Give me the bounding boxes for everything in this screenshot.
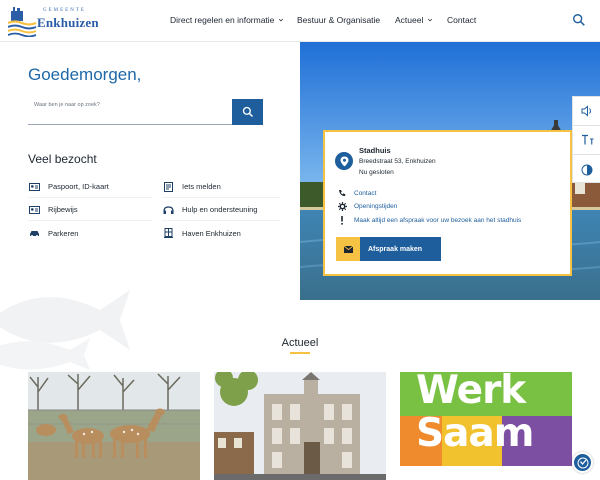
support-icon bbox=[162, 205, 174, 215]
chevron-down-icon bbox=[428, 18, 433, 22]
link-label: Iets melden bbox=[182, 182, 221, 191]
opening-hours-link[interactable]: Openingstijden bbox=[337, 202, 397, 211]
speaker-icon bbox=[581, 105, 591, 117]
news-card-deer[interactable] bbox=[28, 372, 200, 480]
veel-bezocht-title: Veel bezocht bbox=[28, 152, 97, 166]
search-icon[interactable] bbox=[572, 13, 586, 27]
link-haven[interactable]: Haven Enkhuizen bbox=[162, 222, 280, 244]
contrast-icon bbox=[581, 164, 593, 175]
accessibility-icon bbox=[577, 457, 588, 468]
greeting: Goedemorgen, bbox=[28, 65, 142, 84]
contrast-button[interactable] bbox=[573, 155, 600, 184]
logo-icon bbox=[8, 7, 37, 37]
actueel-title: Actueel bbox=[281, 337, 319, 349]
contact-label: Contact bbox=[354, 189, 377, 197]
logo[interactable]: GEMEENTE Enkhuizen bbox=[8, 5, 118, 37]
link-parkeren[interactable]: Parkeren bbox=[28, 222, 152, 244]
link-label: Parkeren bbox=[48, 228, 79, 238]
text-size-button[interactable] bbox=[573, 126, 600, 155]
exclamation-icon bbox=[337, 216, 347, 225]
link-label: Haven Enkhuizen bbox=[182, 228, 241, 238]
link-paspoort[interactable]: Paspoort, ID-kaart bbox=[28, 176, 152, 198]
nav-label: Actueel bbox=[395, 15, 424, 25]
link-label: Hulp en ondersteuning bbox=[182, 205, 258, 214]
opening-hours-label: Openingstijden bbox=[354, 203, 398, 210]
appointment-note-link[interactable]: Maak altijd een afspraak voor uw bezoek … bbox=[337, 216, 521, 225]
news-card-werk-saam[interactable]: Werk Saam bbox=[400, 372, 572, 480]
search-submit-button[interactable] bbox=[232, 99, 263, 125]
site-header: GEMEENTE Enkhuizen Direct regelen en inf… bbox=[0, 0, 600, 42]
town-hall-photo bbox=[214, 372, 386, 480]
location-name: Stadhuis bbox=[359, 146, 391, 155]
harbor-icon bbox=[162, 228, 174, 238]
nav-bestuur[interactable]: Bestuur & Organisatie bbox=[297, 15, 380, 25]
stadhuis-card: Stadhuis Breedstraat 53, Enkhuizen Nu ge… bbox=[323, 130, 572, 276]
accessibility-toolbar bbox=[572, 96, 600, 183]
accessibility-help-button[interactable] bbox=[572, 452, 593, 473]
report-icon bbox=[162, 181, 174, 192]
location-address: Breedstraat 53, Enkhuizen bbox=[359, 158, 436, 165]
appointment-note-label: Maak altijd een afspraak voor uw bezoek … bbox=[354, 217, 522, 224]
actueel-underline bbox=[290, 352, 310, 354]
deer-photo bbox=[28, 372, 200, 480]
id-card-icon bbox=[28, 182, 40, 192]
search-icon bbox=[242, 106, 253, 118]
appointment-button[interactable]: Afspraak maken bbox=[336, 237, 441, 261]
nav-actueel[interactable]: Actueel bbox=[395, 15, 433, 25]
text-size-icon bbox=[581, 134, 593, 145]
nav-direct-regelen[interactable]: Direct regelen en informatie bbox=[170, 15, 284, 25]
link-rijbewijs[interactable]: Rijbewijs bbox=[28, 199, 152, 221]
phone-icon bbox=[337, 189, 347, 197]
nav-contact[interactable]: Contact bbox=[447, 15, 476, 25]
nav-label: Direct regelen en informatie bbox=[170, 15, 275, 25]
license-icon bbox=[28, 205, 40, 215]
link-label: Rijbewijs bbox=[48, 205, 78, 214]
opening-status: Nu gesloten bbox=[359, 169, 394, 176]
link-hulp[interactable]: Hulp en ondersteuning bbox=[162, 199, 280, 221]
logo-name: Enkhuizen bbox=[37, 15, 99, 30]
logo-subtitle: GEMEENTE bbox=[43, 8, 86, 13]
search-input[interactable] bbox=[28, 99, 232, 125]
saam-text: Saam bbox=[416, 411, 534, 456]
chevron-down-icon bbox=[279, 18, 284, 22]
gear-icon bbox=[337, 202, 347, 211]
location-pin-icon bbox=[335, 152, 353, 170]
werk-text: Werk bbox=[416, 372, 526, 413]
link-label: Paspoort, ID-kaart bbox=[48, 182, 109, 191]
news-card-town-hall[interactable] bbox=[214, 372, 386, 480]
mail-icon bbox=[336, 237, 360, 261]
car-icon bbox=[28, 228, 40, 238]
appointment-button-label: Afspraak maken bbox=[368, 245, 423, 253]
read-aloud-button[interactable] bbox=[573, 97, 600, 126]
search-bar bbox=[28, 99, 263, 125]
link-iets-melden[interactable]: Iets melden bbox=[162, 176, 280, 198]
nav-label: Contact bbox=[447, 15, 477, 25]
contact-link[interactable]: Contact bbox=[337, 189, 376, 197]
nav-label: Bestuur & Organisatie bbox=[297, 15, 381, 25]
